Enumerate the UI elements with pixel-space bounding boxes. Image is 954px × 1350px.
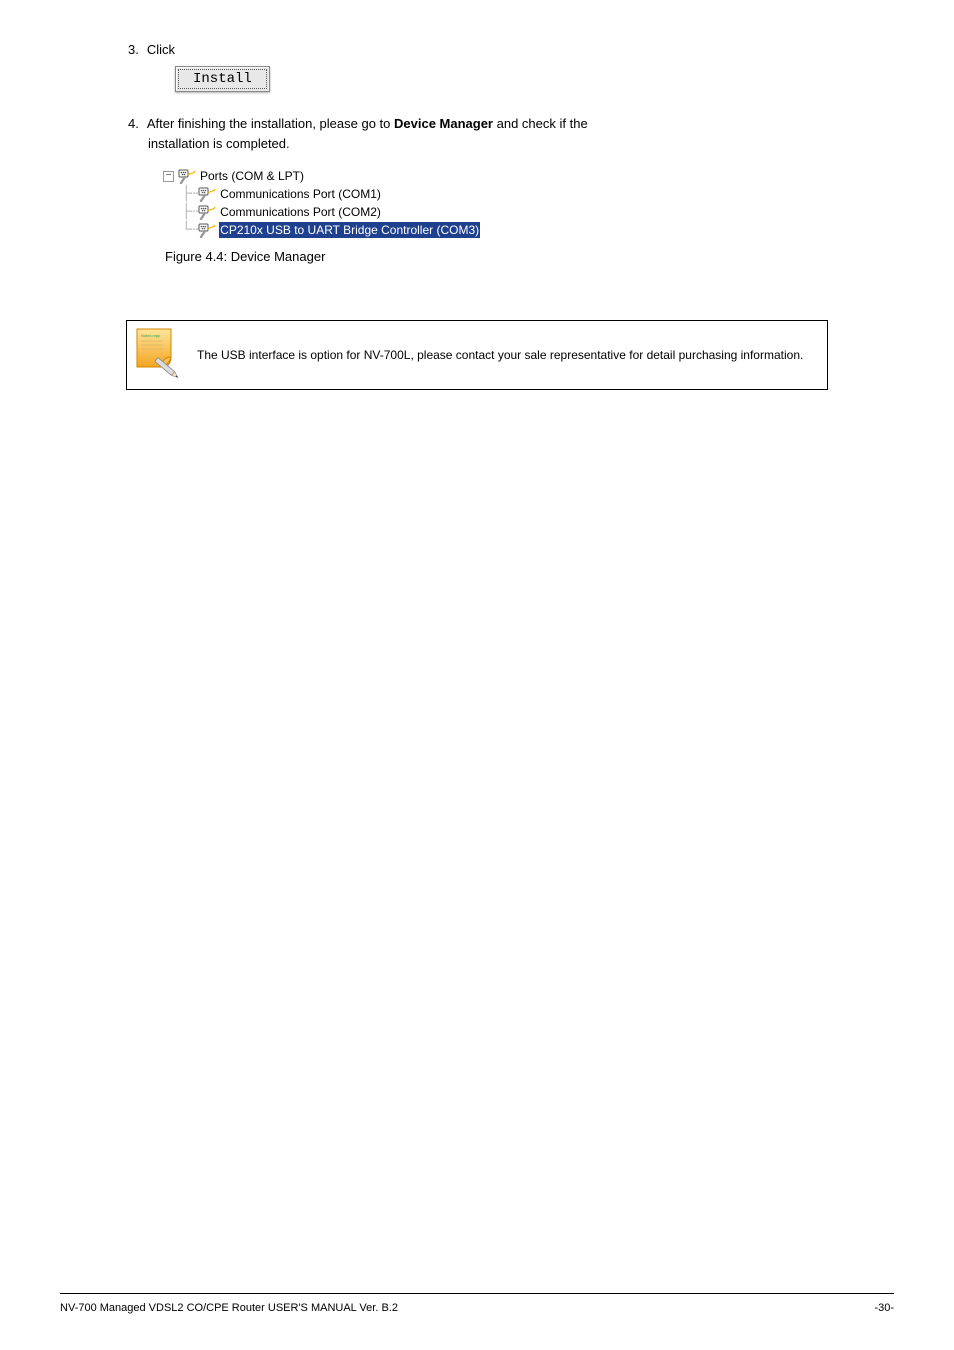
step4-line1c: and check if the xyxy=(493,116,588,131)
tree-root-label: Ports (COM & LPT) xyxy=(199,168,305,184)
port-icon xyxy=(178,168,196,184)
note-text: The USB interface is option for NV-700L,… xyxy=(197,346,803,364)
note-box: Notes.mpp The USB interface is option fo… xyxy=(126,320,828,390)
install-button-label: Install xyxy=(178,69,267,89)
footer-left: NV-700 Managed VDSL2 CO/CPE Router USER'… xyxy=(60,1302,398,1314)
step3-number: 3. xyxy=(128,40,139,60)
port-icon xyxy=(198,186,216,202)
step3-text: Click xyxy=(147,40,175,60)
figure-caption: Figure 4.4: Device Manager xyxy=(165,249,894,264)
tree-line-icon: ├┄ xyxy=(160,185,197,203)
tree-item-label-selected: CP210x USB to UART Bridge Controller (CO… xyxy=(219,222,480,238)
install-button[interactable]: Install xyxy=(175,66,270,92)
port-icon xyxy=(198,204,216,220)
port-icon xyxy=(198,222,216,238)
page-footer: NV-700 Managed VDSL2 CO/CPE Router USER'… xyxy=(60,1293,894,1314)
step4-line1a: After finishing the installation, please… xyxy=(147,116,394,131)
device-manager-tree: − Ports (COM & LPT) ├┄ xyxy=(160,167,894,239)
tree-item[interactable]: ├┄ Communications Port (COM2) xyxy=(160,203,894,221)
step4-line2: installation is completed. xyxy=(148,134,894,155)
tree-item[interactable]: └┄ CP210x USB to UART Bridge Controller … xyxy=(160,221,894,239)
tree-line-icon: └┄ xyxy=(160,221,197,239)
svg-text:Notes.mpp: Notes.mpp xyxy=(141,333,161,338)
tree-root-row[interactable]: − Ports (COM & LPT) xyxy=(160,167,894,185)
tree-item-label: Communications Port (COM1) xyxy=(219,186,382,202)
tree-item-label: Communications Port (COM2) xyxy=(219,204,382,220)
footer-separator xyxy=(60,1293,894,1294)
tree-item[interactable]: ├┄ Communications Port (COM1) xyxy=(160,185,894,203)
footer-right: -30- xyxy=(874,1302,894,1314)
step4-number: 4. xyxy=(128,114,139,135)
collapse-icon[interactable]: − xyxy=(163,171,174,182)
device-manager-label: Device Manager xyxy=(394,116,493,131)
tree-line-icon: ├┄ xyxy=(160,203,197,221)
step4: 4. After finishing the installation, ple… xyxy=(128,114,894,156)
notepad-icon: Notes.mpp xyxy=(133,327,179,383)
